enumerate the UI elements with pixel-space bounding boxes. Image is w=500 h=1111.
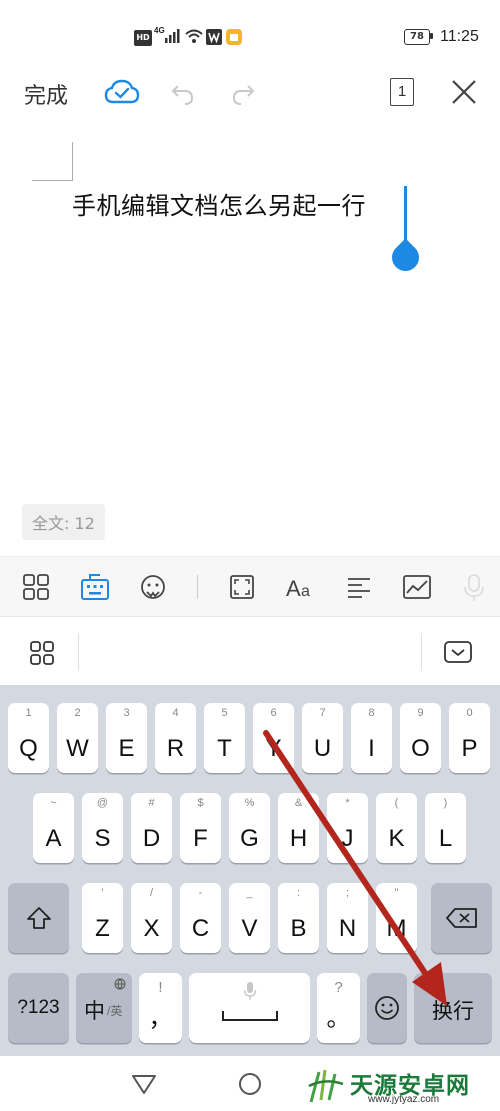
notes-app-icon (226, 29, 242, 45)
document-text[interactable]: 手机编辑文档怎么另起一行 (72, 186, 366, 221)
space-bar-icon (222, 1011, 278, 1021)
watermark-logo (308, 1069, 344, 1103)
hide-keyboard-icon[interactable] (443, 640, 473, 666)
editor-toolbar: 完成 1 (0, 66, 500, 124)
key-h[interactable]: & H (278, 793, 319, 863)
cloud-sync-icon[interactable] (104, 78, 140, 106)
home-icon[interactable] (238, 1072, 262, 1096)
apps-grid-icon[interactable] (22, 573, 50, 601)
key-n[interactable]: ; N (327, 883, 368, 953)
key-u[interactable]: 7U (302, 703, 343, 773)
voice-input-icon[interactable] (462, 573, 486, 603)
redo-icon[interactable] (230, 80, 256, 106)
smiley-icon (375, 996, 399, 1020)
page-margin-marker (32, 142, 73, 181)
key-l[interactable]: ) L (425, 793, 466, 863)
page-count-button[interactable]: 1 (390, 78, 414, 106)
backspace-icon (446, 908, 477, 928)
key-f[interactable]: $ F (180, 793, 221, 863)
word-count-badge: 全文: 12 (22, 504, 105, 540)
font-style-icon[interactable]: A a (285, 573, 317, 601)
close-icon[interactable] (450, 78, 478, 106)
key-m[interactable]: " M (376, 883, 417, 953)
numbers-key[interactable]: ?123 (8, 973, 69, 1043)
key-t[interactable]: 5T (204, 703, 245, 773)
key-s[interactable]: @ S (82, 793, 123, 863)
key-j[interactable]: * J (327, 793, 368, 863)
keyboard-top-divider (421, 633, 422, 671)
backspace-key[interactable] (431, 883, 492, 953)
battery-level: 78 (404, 29, 430, 45)
language-switch-key[interactable]: 中 /英 (76, 973, 132, 1043)
hd-indicator: HD (134, 30, 152, 46)
keyboard-menu-icon[interactable] (30, 641, 54, 665)
format-toolbar: A a (0, 556, 500, 617)
emoji-key[interactable] (367, 973, 407, 1043)
shift-icon (27, 907, 51, 929)
comma-key[interactable]: !， (139, 973, 182, 1043)
insert-image-icon[interactable] (402, 573, 432, 601)
toolbar-divider (197, 575, 198, 599)
key-z[interactable]: ' Z (82, 883, 123, 953)
wifi-icon (185, 29, 203, 43)
key-q[interactable]: 1Q (8, 703, 49, 773)
key-e[interactable]: 3E (106, 703, 147, 773)
key-c[interactable]: -C (180, 883, 221, 953)
clock: 11:25 (440, 28, 479, 45)
key-i[interactable]: 8I (351, 703, 392, 773)
wps-icon (206, 29, 222, 45)
key-w[interactable]: 2W (57, 703, 98, 773)
key-b[interactable]: :B (278, 883, 319, 953)
key-v[interactable]: _ V (229, 883, 270, 953)
signal-icon (165, 29, 180, 43)
key-k[interactable]: (K (376, 793, 417, 863)
text-cursor (404, 186, 407, 246)
period-key[interactable]: ?。 (317, 973, 360, 1043)
keyboard-top-bar (0, 616, 500, 686)
keyboard-top-divider (78, 633, 79, 671)
globe-icon (114, 978, 126, 990)
document-area[interactable]: 手机编辑文档怎么另起一行 全文: 12 (0, 124, 500, 556)
system-nav-bar: 天源安卓网 www.jytyaz.com (0, 1056, 500, 1111)
emoji-sticker-icon[interactable] (138, 573, 168, 603)
paragraph-align-icon[interactable] (345, 573, 373, 601)
status-bar: HD 4G 78 11:25 (0, 0, 500, 66)
keyboard-icon[interactable] (80, 573, 110, 601)
undo-icon[interactable] (170, 80, 196, 106)
fullscreen-icon[interactable] (228, 573, 256, 601)
watermark-url: www.jytyaz.com (368, 1094, 440, 1105)
done-button[interactable]: 完成 (24, 78, 68, 110)
shift-key[interactable] (8, 883, 69, 953)
svg-text:a: a (301, 583, 310, 600)
key-x[interactable]: / X (131, 883, 172, 953)
key-y[interactable]: 6Y (253, 703, 294, 773)
key-o[interactable]: 9O (400, 703, 441, 773)
battery-tip (430, 33, 433, 39)
key-g[interactable]: % G (229, 793, 270, 863)
key-p[interactable]: 0P (449, 703, 490, 773)
key-a[interactable]: ~ A (33, 793, 74, 863)
key-r[interactable]: 4R (155, 703, 196, 773)
back-icon[interactable] (131, 1073, 157, 1095)
space-key[interactable] (189, 973, 310, 1043)
key-d[interactable]: # D (131, 793, 172, 863)
enter-newline-key[interactable]: 换行 (414, 973, 492, 1043)
svg-text:A: A (286, 576, 301, 601)
keyboard: 1Q 2W 3E 4R 5T 6Y 7U 8I 9O 0P ~ A @ S # D $… (0, 685, 500, 1056)
cursor-handle[interactable] (386, 238, 425, 277)
mic-icon (243, 982, 257, 1000)
